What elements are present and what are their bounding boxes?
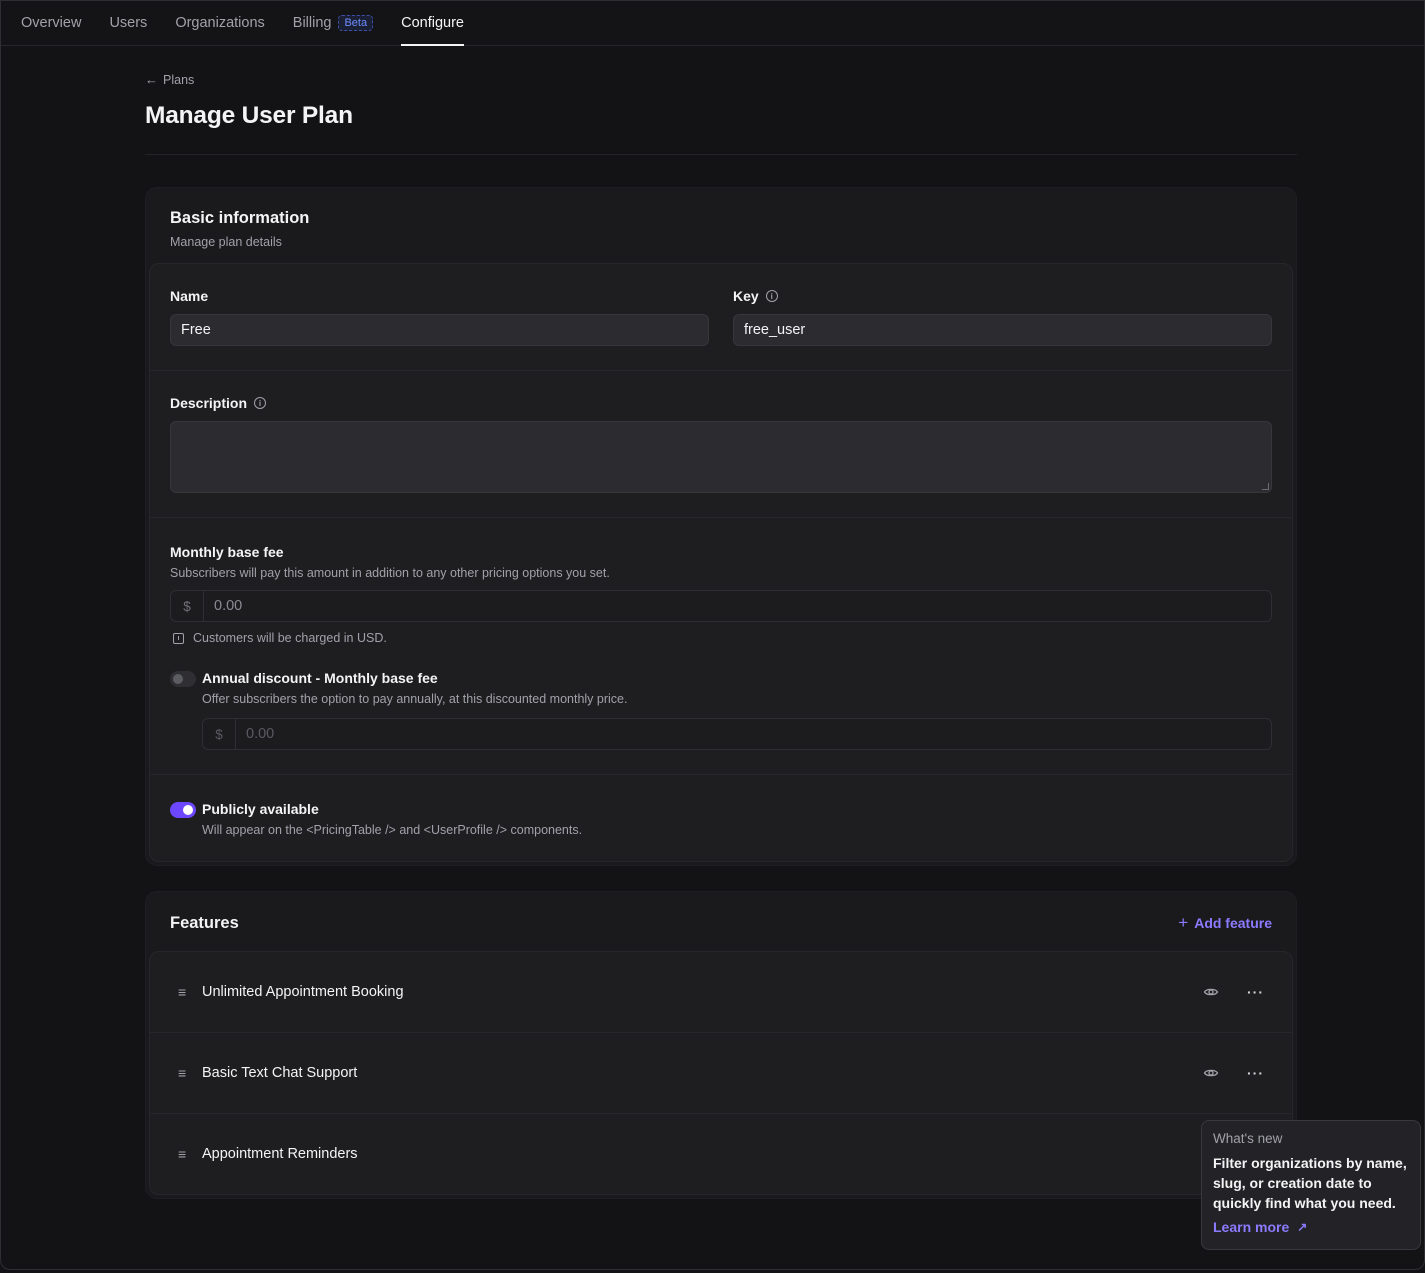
eye-icon[interactable] <box>1203 1065 1219 1081</box>
more-options-icon[interactable]: ··· <box>1247 984 1264 1000</box>
card-title: Basic information <box>170 209 310 227</box>
basic-information-card: Basic information Manage plan details Na… <box>145 187 1297 866</box>
annual-discount-title: Annual discount - Monthly base fee <box>202 670 438 686</box>
currency-symbol: $ <box>171 591 204 621</box>
tab-users[interactable]: Users <box>109 1 147 45</box>
currency-symbol: $ <box>203 719 236 749</box>
description-section: Description i <box>150 371 1292 518</box>
add-feature-button[interactable]: + Add feature <box>1178 913 1272 933</box>
list-item: ≡ Unlimited Appointment Booking ··· <box>150 952 1292 1033</box>
description-textarea[interactable] <box>170 421 1272 493</box>
learn-more-label: Learn more <box>1213 1219 1290 1235</box>
monthly-fee-hint: Subscribers will pay this amount in addi… <box>170 566 610 580</box>
top-nav: Overview Users Organizations Billing Beta… <box>1 1 1424 46</box>
external-link-icon: ↗ <box>1297 1220 1308 1234</box>
card-header: Basic information Manage plan details <box>149 188 1293 263</box>
feature-name: Appointment Reminders <box>202 1146 358 1162</box>
annual-discount-hint: Offer subscribers the option to pay annu… <box>202 692 628 706</box>
eye-icon[interactable] <box>1203 984 1219 1000</box>
list-item: ≡ Basic Text Chat Support ··· <box>150 1033 1292 1114</box>
more-options-icon[interactable]: ··· <box>1247 1065 1264 1081</box>
plus-icon: + <box>1178 913 1189 932</box>
whats-new-popup: What's new Filter organizations by name,… <box>1201 1120 1421 1250</box>
list-item: ≡ Appointment Reminders <box>150 1114 1292 1194</box>
app-window: Overview Users Organizations Billing Beta… <box>0 0 1425 1270</box>
annual-fee-placeholder: 0.00 <box>246 726 275 742</box>
usd-note: Customers will be charged in USD. <box>170 631 1272 645</box>
info-square-icon <box>173 632 184 644</box>
name-label: Name <box>170 288 209 304</box>
arrow-left-icon: ← <box>145 72 158 87</box>
page-title: Manage User Plan <box>145 102 353 129</box>
publicly-available-hint: Will appear on the <PricingTable /> and … <box>202 823 583 837</box>
info-icon[interactable]: i <box>254 397 267 409</box>
name-field: Name Free <box>170 288 709 346</box>
name-key-section: Name Free Key i free_user <box>150 264 1292 371</box>
drag-handle-icon[interactable]: ≡ <box>178 1065 202 1081</box>
divider <box>145 154 1297 155</box>
annual-discount-row: Annual discount - Monthly base fee Offer… <box>170 670 1272 750</box>
card-subtitle: Manage plan details <box>170 235 282 249</box>
tab-organizations[interactable]: Organizations <box>175 1 264 45</box>
monthly-fee-title: Monthly base fee <box>170 544 284 560</box>
tab-label: Billing <box>292 15 332 31</box>
tab-billing[interactable]: Billing Beta <box>292 1 374 45</box>
key-field: Key i free_user <box>733 288 1272 346</box>
description-label: Description i <box>170 395 1272 411</box>
publicly-available-title: Publicly available <box>202 801 319 817</box>
learn-more-link[interactable]: Learn more ↗ <box>1213 1219 1409 1235</box>
monthly-fee-input[interactable]: $ 0.00 <box>170 590 1272 622</box>
tab-label: Users <box>109 15 148 31</box>
name-input[interactable]: Free <box>170 314 709 346</box>
popup-text: Filter organizations by name, slug, or c… <box>1213 1155 1407 1211</box>
drag-handle-icon[interactable]: ≡ <box>178 1146 202 1162</box>
tab-label: Organizations <box>175 15 265 31</box>
key-input[interactable]: free_user <box>733 314 1272 346</box>
tab-overview[interactable]: Overview <box>21 1 81 45</box>
features-title: Features <box>170 913 239 932</box>
info-icon[interactable]: i <box>765 290 778 302</box>
back-to-plans-link[interactable]: ← Plans <box>145 72 1297 87</box>
feature-name: Unlimited Appointment Booking <box>202 984 404 1000</box>
card-body: Name Free Key i free_user Description i M <box>149 263 1293 862</box>
feature-name: Basic Text Chat Support <box>202 1065 358 1081</box>
tab-label: Configure <box>401 15 464 31</box>
main-content: ← Plans Manage User Plan Basic informati… <box>145 46 1297 1199</box>
features-card: Features + Add feature ≡ Unlimited Appoi… <box>145 891 1297 1199</box>
breadcrumb-label: Plans <box>163 72 195 87</box>
annual-fee-input[interactable]: $ 0.00 <box>202 718 1272 750</box>
popup-title: What's new <box>1213 1131 1283 1146</box>
beta-badge: Beta <box>338 15 374 31</box>
features-header: Features + Add feature <box>149 892 1293 951</box>
annual-discount-toggle[interactable] <box>170 671 196 687</box>
features-list: ≡ Unlimited Appointment Booking ··· ≡ Ba… <box>149 951 1293 1195</box>
pricing-section: Monthly base fee Subscribers will pay th… <box>150 518 1292 775</box>
add-feature-label: Add feature <box>1194 915 1272 931</box>
key-label: Key i <box>733 288 1272 304</box>
usd-note-text: Customers will be charged in USD. <box>193 631 387 645</box>
publicly-available-toggle[interactable] <box>170 802 196 818</box>
monthly-fee-placeholder: 0.00 <box>214 598 243 614</box>
tab-configure[interactable]: Configure <box>401 1 464 46</box>
tab-label: Overview <box>21 15 82 31</box>
visibility-section: Publicly available Will appear on the <P… <box>150 775 1292 861</box>
drag-handle-icon[interactable]: ≡ <box>178 984 202 1000</box>
